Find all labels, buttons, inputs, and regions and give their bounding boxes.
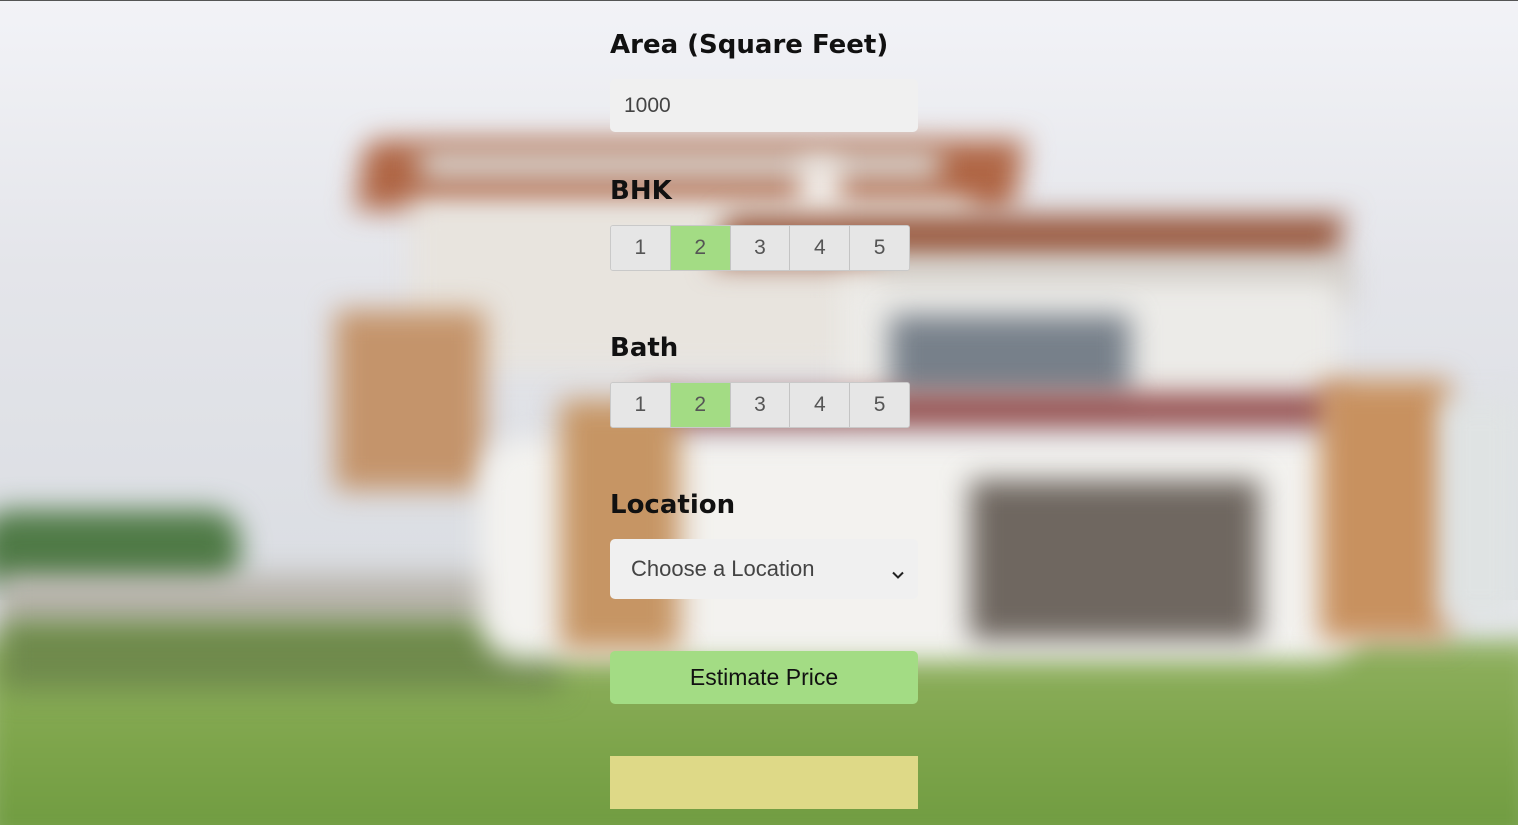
estimated-price-result: [610, 756, 918, 809]
location-select-value: Choose a Location: [631, 556, 815, 581]
area-label: Area (Square Feet): [610, 30, 889, 60]
bhk-option-5[interactable]: 5: [850, 226, 909, 270]
estimate-price-button[interactable]: Estimate Price: [610, 651, 918, 704]
bath-selector: 1 2 3 4 5: [610, 382, 910, 428]
bhk-option-2[interactable]: 2: [670, 226, 731, 270]
location-select[interactable]: Choose a Location: [610, 539, 918, 599]
bath-option-2[interactable]: 2: [670, 383, 731, 427]
area-input[interactable]: [610, 79, 918, 132]
bhk-option-4[interactable]: 4: [790, 226, 851, 270]
chevron-down-icon: [891, 562, 905, 579]
location-label: Location: [610, 490, 736, 520]
bhk-selector: 1 2 3 4 5: [610, 225, 910, 271]
bath-label: Bath: [610, 333, 679, 363]
bath-option-3[interactable]: 3: [730, 383, 791, 427]
bhk-option-3[interactable]: 3: [730, 226, 791, 270]
top-border: [0, 0, 1518, 1]
bath-option-5[interactable]: 5: [850, 383, 909, 427]
bhk-label: BHK: [610, 176, 672, 206]
bath-option-4[interactable]: 4: [790, 383, 851, 427]
bath-option-1[interactable]: 1: [611, 383, 671, 427]
bhk-option-1[interactable]: 1: [611, 226, 671, 270]
